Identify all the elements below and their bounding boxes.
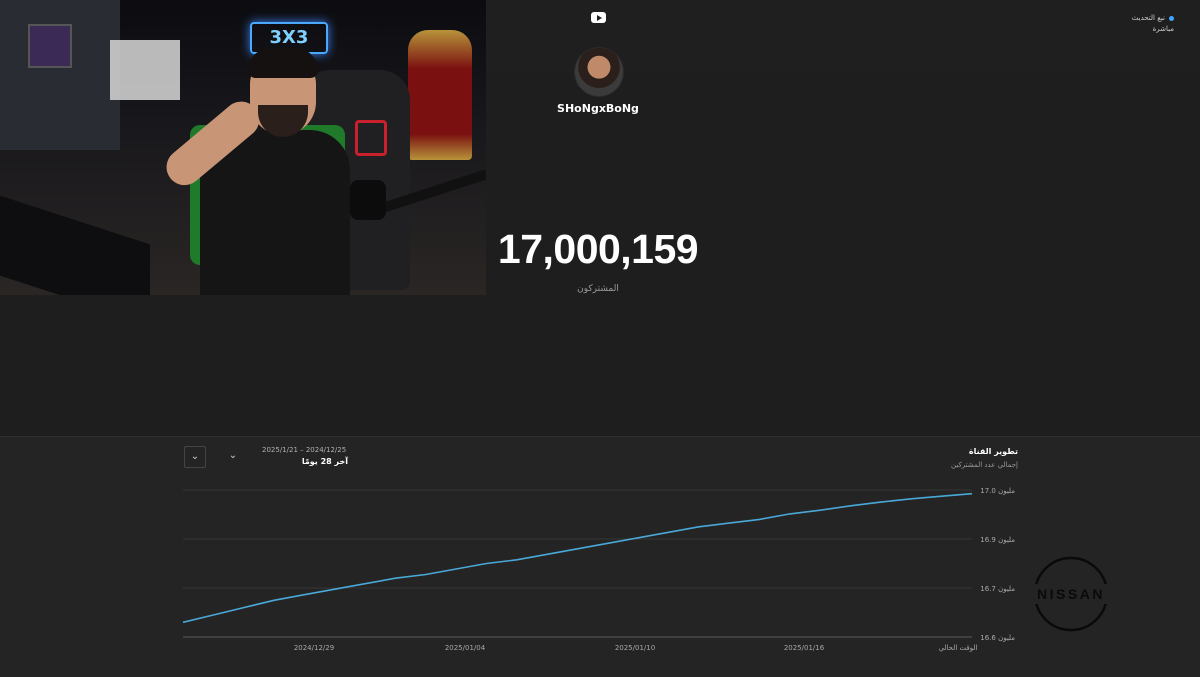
y-tick-label: 16.9 مليون xyxy=(980,536,1015,544)
nissan-logo-text: NISSAN xyxy=(1037,586,1105,602)
x-tick-label: 2024/12/29 xyxy=(294,644,334,652)
chart-y-labels: 16.6 مليون 16.7 مليون 16.9 مليون 17.0 مليون xyxy=(980,487,1015,642)
y-tick-label: 16.6 مليون xyxy=(980,634,1015,642)
x-tick-label: 2025/01/04 xyxy=(445,644,486,652)
chart-series-line xyxy=(182,492,973,624)
stream-overlay: 3X3 نبع التحديث مباشرة SHoNgxBoNg 17,000… xyxy=(0,0,1200,677)
x-tick-label: الوقت الحالي xyxy=(939,644,978,652)
chart-gridlines xyxy=(183,489,972,638)
y-tick-label: 16.7 مليون xyxy=(980,585,1015,593)
x-tick-label: 2025/01/10 xyxy=(615,644,655,652)
chart-x-labels: 2024/12/29 2025/01/04 2025/01/10 2025/01/16… xyxy=(294,644,978,652)
nissan-logo: NISSAN xyxy=(1025,556,1117,632)
subscriber-chart: 16.6 مليون 16.7 مليون 16.9 مليون 17.0 مليون… xyxy=(182,487,1015,652)
x-tick-label: 2025/01/16 xyxy=(784,644,825,652)
y-tick-label: 17.0 مليون xyxy=(980,487,1015,495)
